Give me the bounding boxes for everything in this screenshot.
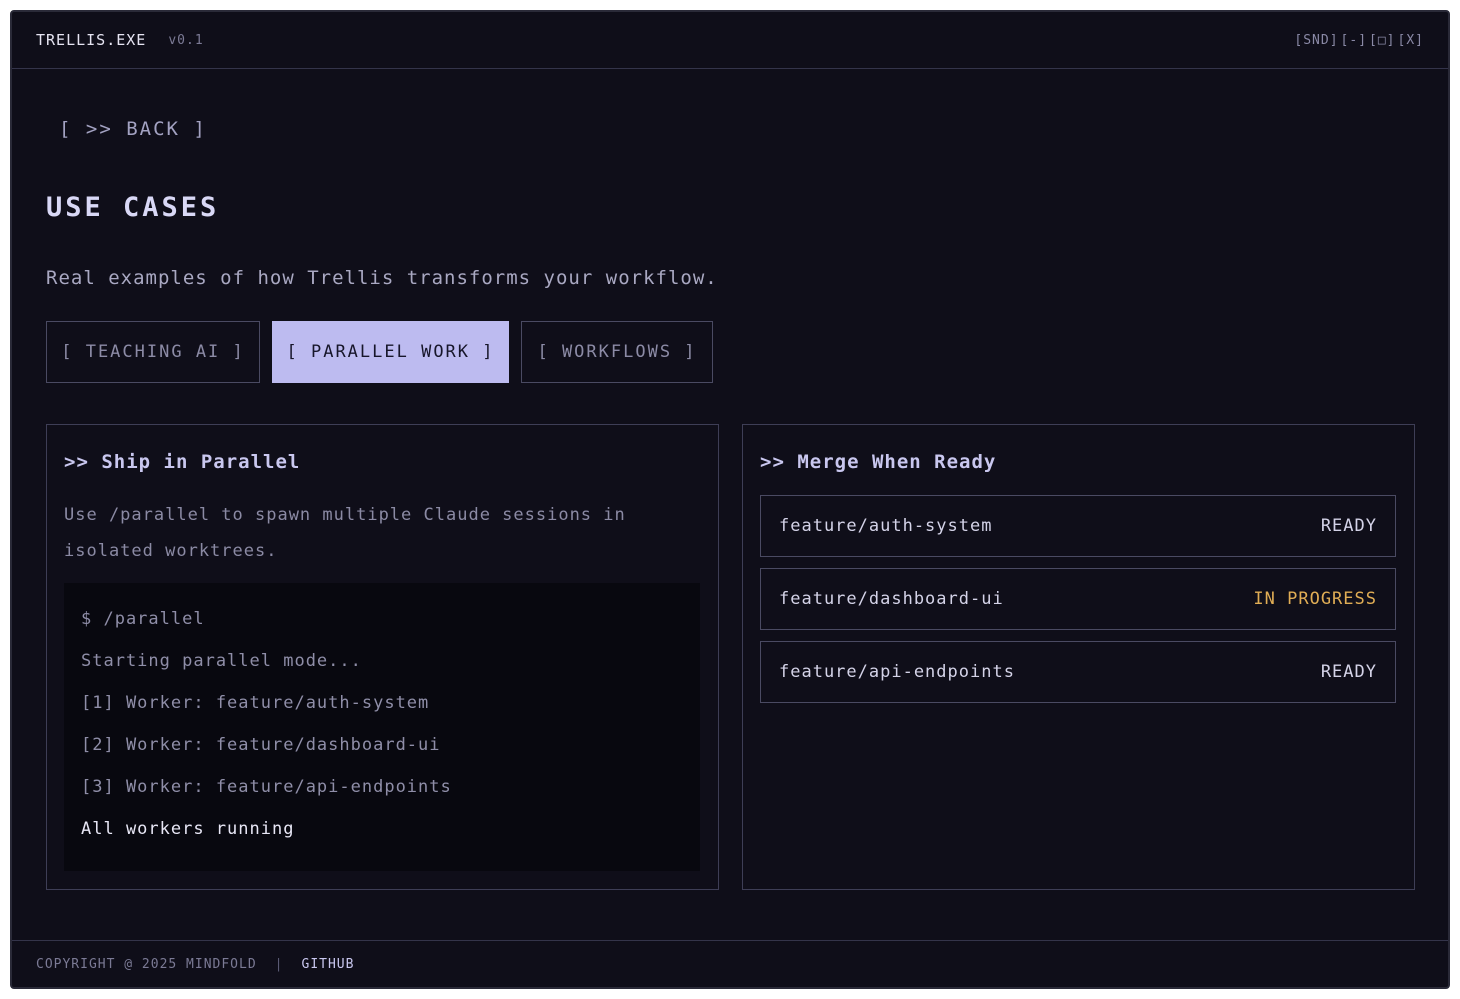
- status-badge: READY: [1320, 516, 1377, 536]
- terminal-line: [3] Worker: feature/api-endpoints: [81, 777, 452, 797]
- ship-in-parallel-panel: >> Ship in Parallel Use /parallel to spa…: [46, 424, 719, 890]
- page-subtitle: Real examples of how Trellis transforms …: [46, 267, 718, 289]
- app-title: TRELLIS.EXE: [36, 31, 147, 49]
- maximize-button[interactable]: [□]: [1369, 33, 1395, 48]
- copyright-text: COPYRIGHT @ 2025 MINDFOLD: [36, 956, 257, 972]
- terminal-line: Starting parallel mode...: [81, 651, 362, 671]
- window-controls: [SND] [-] [□] [X]: [1294, 33, 1424, 48]
- terminal-line: $ /parallel: [81, 609, 205, 629]
- branch-name: feature/auth-system: [779, 516, 993, 536]
- merge-when-ready-panel: >> Merge When Ready feature/auth-system …: [742, 424, 1415, 890]
- terminal-output: $ /parallel Starting parallel mode... [1…: [64, 583, 700, 871]
- branch-name: feature/api-endpoints: [779, 662, 1015, 682]
- back-button[interactable]: [ >> BACK ]: [59, 118, 207, 140]
- panel-heading: >> Ship in Parallel: [64, 451, 301, 473]
- sound-toggle-button[interactable]: [SND]: [1294, 33, 1338, 48]
- branch-name: feature/dashboard-ui: [779, 589, 1004, 609]
- branch-row[interactable]: feature/dashboard-ui IN PROGRESS: [760, 568, 1396, 630]
- page-title: USE CASES: [46, 192, 220, 223]
- panel-heading: >> Merge When Ready: [760, 451, 997, 473]
- use-case-tabs: [ TEACHING AI ] [ PARALLEL WORK ] [ WORK…: [46, 321, 713, 383]
- github-link[interactable]: GITHUB: [302, 957, 355, 972]
- close-button[interactable]: [X]: [1398, 33, 1424, 48]
- footer-separator: |: [274, 956, 284, 972]
- terminal-line: All workers running: [81, 819, 295, 839]
- panel-description: Use /parallel to spawn multiple Claude s…: [64, 505, 626, 561]
- title-bar: TRELLIS.EXE v0.1 [SND] [-] [□] [X]: [12, 12, 1448, 69]
- status-badge: IN PROGRESS: [1253, 589, 1377, 609]
- branch-row[interactable]: feature/api-endpoints READY: [760, 641, 1396, 703]
- terminal-line: [2] Worker: feature/dashboard-ui: [81, 735, 441, 755]
- tab-workflows[interactable]: [ WORKFLOWS ]: [521, 321, 713, 383]
- branch-row[interactable]: feature/auth-system READY: [760, 495, 1396, 557]
- app-version: v0.1: [168, 32, 204, 48]
- tab-parallel-work[interactable]: [ PARALLEL WORK ]: [272, 321, 509, 383]
- terminal-line: [1] Worker: feature/auth-system: [81, 693, 430, 713]
- minimize-button[interactable]: [-]: [1341, 33, 1367, 48]
- app-window: TRELLIS.EXE v0.1 [SND] [-] [□] [X] [ >> …: [10, 10, 1450, 989]
- tab-teaching-ai[interactable]: [ TEACHING AI ]: [46, 321, 260, 383]
- status-badge: READY: [1320, 662, 1377, 682]
- footer: COPYRIGHT @ 2025 MINDFOLD | GITHUB: [12, 940, 1448, 987]
